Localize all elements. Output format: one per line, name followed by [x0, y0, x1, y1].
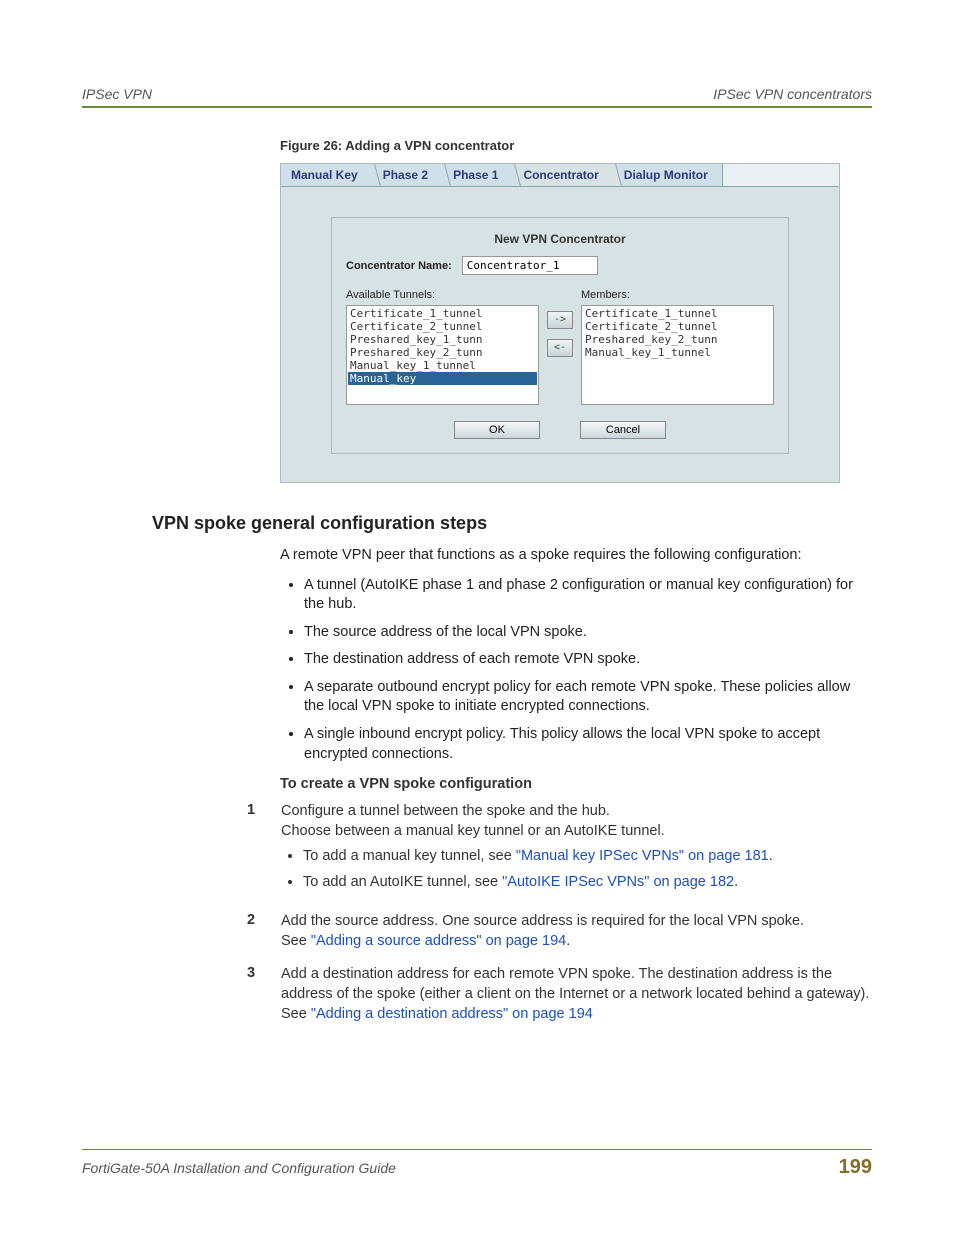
- form-title: New VPN Concentrator: [346, 232, 774, 246]
- concentrator-form: New VPN Concentrator Concentrator Name: …: [331, 217, 789, 454]
- tab-manual-key[interactable]: Manual Key: [281, 164, 373, 186]
- procedure-heading: To create a VPN spoke configuration: [280, 776, 872, 792]
- ok-button[interactable]: OK: [454, 421, 540, 439]
- list-item[interactable]: Certificate_2_tunnel: [348, 320, 537, 333]
- sub-bullet: To add an AutoIKE tunnel, see "AutoIKE I…: [303, 873, 872, 893]
- bullet-item: A tunnel (AutoIKE phase 1 and phase 2 co…: [304, 576, 872, 615]
- step-number: 3: [247, 965, 281, 1024]
- cross-reference-link[interactable]: "Adding a source address" on page 194: [311, 933, 566, 949]
- concentrator-name-input[interactable]: [462, 256, 598, 275]
- step-text: Add a destination address for each remot…: [281, 965, 872, 1024]
- bullet-item: A separate outbound encrypt policy for e…: [304, 678, 872, 717]
- list-item-selected[interactable]: Manual_key: [348, 372, 537, 385]
- members-list[interactable]: Certificate_1_tunnel Certificate_2_tunne…: [581, 305, 774, 405]
- cross-reference-link[interactable]: "AutoIKE IPSec VPNs" on page 182: [502, 874, 734, 890]
- step-line: Add the source address. One source addre…: [281, 913, 804, 929]
- step-line: Choose between a manual key tunnel or an…: [281, 823, 665, 839]
- requirements-list: A tunnel (AutoIKE phase 1 and phase 2 co…: [280, 576, 872, 765]
- bullet-item: A single inbound encrypt policy. This po…: [304, 725, 872, 764]
- step-line: Configure a tunnel between the spoke and…: [281, 803, 610, 819]
- figure-caption: Figure 26: Adding a VPN concentrator: [280, 138, 872, 153]
- list-item[interactable]: Preshared_key_2_tunn: [583, 333, 772, 346]
- members-label: Members:: [581, 289, 774, 301]
- list-item[interactable]: Preshared_key_1_tunn: [348, 333, 537, 346]
- numbered-steps: 1 Configure a tunnel between the spoke a…: [247, 802, 872, 1024]
- bullet-item: The destination address of each remote V…: [304, 650, 872, 670]
- cancel-button[interactable]: Cancel: [580, 421, 666, 439]
- available-tunnels-list[interactable]: Certificate_1_tunnel Certificate_2_tunne…: [346, 305, 539, 405]
- header-left: IPSec VPN: [82, 86, 152, 102]
- header-rule: [82, 106, 872, 108]
- page-footer: FortiGate-50A Installation and Configura…: [82, 1149, 872, 1179]
- tab-phase-2[interactable]: Phase 2: [373, 164, 443, 186]
- list-item[interactable]: Certificate_1_tunnel: [583, 307, 772, 320]
- list-item[interactable]: Preshared_key_2_tunn: [348, 346, 537, 359]
- vpn-concentrator-screenshot: Manual Key Phase 2 Phase 1 Concentrator …: [280, 163, 840, 483]
- sub-bullet: To add a manual key tunnel, see "Manual …: [303, 847, 872, 867]
- remove-member-button[interactable]: <-: [547, 339, 573, 357]
- list-item[interactable]: Certificate_1_tunnel: [348, 307, 537, 320]
- step-number: 1: [247, 802, 281, 898]
- intro-paragraph: A remote VPN peer that functions as a sp…: [280, 546, 872, 566]
- cross-reference-link[interactable]: "Manual key IPSec VPNs" on page 181: [516, 848, 769, 864]
- bullet-item: The source address of the local VPN spok…: [304, 623, 872, 643]
- step-line: Add a destination address for each remot…: [281, 966, 869, 1002]
- page-header: IPSec VPN IPSec VPN concentrators: [82, 86, 872, 102]
- tab-concentrator[interactable]: Concentrator: [513, 164, 613, 186]
- tab-dialup-monitor[interactable]: Dialup Monitor: [614, 164, 723, 186]
- concentrator-name-label: Concentrator Name:: [346, 260, 452, 272]
- footer-rule: [82, 1149, 872, 1150]
- step-text: Add the source address. One source addre…: [281, 912, 872, 951]
- list-item[interactable]: Manual_key_1_tunnel: [583, 346, 772, 359]
- tab-phase-1[interactable]: Phase 1: [443, 164, 513, 186]
- page-number: 199: [839, 1156, 872, 1179]
- list-item[interactable]: Certificate_2_tunnel: [583, 320, 772, 333]
- add-member-button[interactable]: ->: [547, 311, 573, 329]
- footer-title: FortiGate-50A Installation and Configura…: [82, 1160, 396, 1176]
- available-tunnels-label: Available Tunnels:: [346, 289, 539, 301]
- list-item[interactable]: Manual_key_1_tunnel: [348, 359, 537, 372]
- section-heading: VPN spoke general configuration steps: [152, 513, 872, 534]
- step-number: 2: [247, 912, 281, 951]
- tab-bar: Manual Key Phase 2 Phase 1 Concentrator …: [281, 164, 839, 187]
- cross-reference-link[interactable]: "Adding a destination address" on page 1…: [311, 1006, 593, 1022]
- step-text: Configure a tunnel between the spoke and…: [281, 802, 872, 898]
- header-right: IPSec VPN concentrators: [713, 86, 872, 102]
